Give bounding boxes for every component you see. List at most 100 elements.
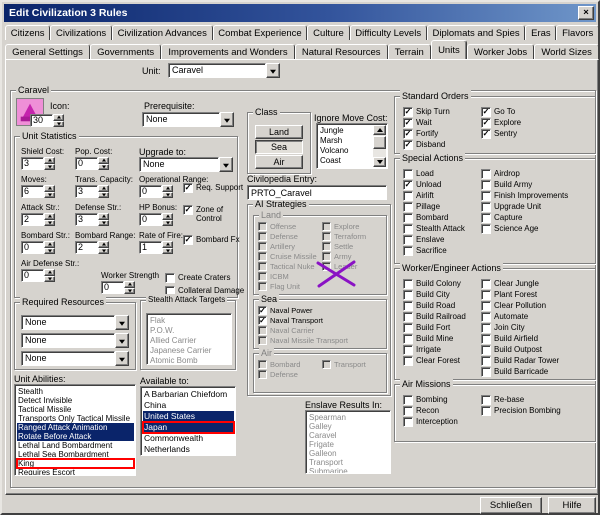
checkbox-box[interactable] [403,202,413,212]
chevron-down-icon[interactable] [115,351,129,366]
checkbox[interactable]: Build Army [481,180,568,190]
checkbox-box[interactable] [258,232,267,241]
checkbox-box[interactable] [403,417,413,427]
tab[interactable]: Citizens [5,25,50,40]
list-item[interactable]: Requires Escort [17,468,134,476]
tab[interactable]: Combat Experience [213,25,308,40]
list-item[interactable]: Ranged Attack Animation [17,423,134,432]
checkbox-box[interactable] [481,224,491,234]
checkbox-box[interactable] [481,202,491,212]
list-item[interactable]: United States [143,411,234,422]
checkbox[interactable]: Irrigate [403,345,466,355]
check box[interactable]: Pillage [403,202,465,212]
icon-spinner[interactable]: 30 [30,114,64,127]
list-item[interactable]: Japan [143,422,234,433]
checkbox-box[interactable] [403,191,413,201]
tab[interactable]: Natural Resources [295,44,388,59]
checkbox-box[interactable]: ✓ [258,306,267,315]
checkbox-box[interactable] [481,301,491,311]
checkbox-box[interactable]: ✓ [403,140,413,150]
checkbox[interactable]: Flag Unit [258,282,317,291]
list-item[interactable]: Caravel [308,431,389,440]
checkbox[interactable]: ✓ Wait [403,118,450,128]
checkbox[interactable]: ✓ Zone of Control [183,205,235,223]
checkbox[interactable]: ✓ Req. Support [183,183,243,193]
tab[interactable]: Civilizations [50,25,112,40]
checkbox-box[interactable] [403,312,413,322]
checkbox-box[interactable] [481,290,491,300]
class-button[interactable]: Sea [255,140,303,154]
list-item[interactable]: Japanese Carrier [149,346,230,356]
check box[interactable]: Airlift [403,191,465,201]
checkbox-box[interactable] [403,395,413,405]
list-item[interactable]: China [143,400,234,411]
list-item[interactable]: Galley [308,422,389,431]
list-item[interactable]: Stealth [17,387,134,396]
list-item[interactable]: A Barbarian Chiefdom [143,389,234,400]
checkbox[interactable]: Create Craters [165,273,230,283]
list-item[interactable]: Marsh [319,136,372,146]
checkbox[interactable]: Naval Carrier [258,326,348,335]
checkbox[interactable]: Artillery [258,242,317,251]
checkbox-box[interactable]: ✓ [183,183,193,193]
prerequisite-select[interactable]: None [142,112,234,127]
checkbox[interactable]: Build Fort [403,323,466,333]
ignore-move-cost-list[interactable]: JungleMarshVolcanoCoast [316,123,388,169]
checkbox[interactable]: Clear Forest [403,356,466,366]
spinner-buttons[interactable] [53,114,64,127]
checkbox[interactable]: Automate [481,312,559,322]
checkbox[interactable]: Cruise Missile [258,252,317,261]
resource-select[interactable]: None [21,351,129,366]
checkbox-box[interactable] [481,323,491,333]
checkbox[interactable]: ✓ Go To [481,107,521,117]
checkbox-box[interactable] [258,272,267,281]
check box[interactable]: Bombard [403,213,465,223]
tab[interactable]: Governments [90,44,161,59]
upgrade-to-select[interactable]: None [139,157,233,172]
class-button[interactable]: Land [255,125,303,139]
chevron-down-icon[interactable] [266,63,280,78]
unit-select[interactable]: Caravel [168,63,280,78]
checkbox[interactable]: Interception [403,417,458,427]
list-item[interactable]: Transports Only Tactical Missile [17,414,134,423]
checkbox-box[interactable] [403,345,413,355]
scroll-down-icon[interactable] [373,157,386,167]
list-item[interactable]: Flak [149,316,230,326]
check box[interactable]: ✓ Unload [403,180,465,190]
list-item[interactable]: Submarine [308,467,389,474]
checkbox-box[interactable]: ✓ [481,118,491,128]
list-item[interactable]: Spearman [308,413,389,422]
checkbox-box[interactable] [322,242,331,251]
checkbox-box[interactable]: ✓ [183,205,193,215]
checkbox-box[interactable] [258,370,267,379]
checkbox-box[interactable] [258,242,267,251]
tab[interactable]: Worker Jobs [467,44,534,59]
list-item[interactable]: King [17,459,134,468]
list-item[interactable]: Rotate Before Attack [17,432,134,441]
checkbox-box[interactable] [481,191,491,201]
checkbox-box[interactable] [258,252,267,261]
checkbox[interactable]: ✓ Fortify [403,129,450,139]
checkbox[interactable]: ✓ Naval Transport [258,316,348,325]
checkbox[interactable]: Build Railroad [403,312,466,322]
check box[interactable]: Sacrifice [403,246,465,256]
checkbox[interactable]: Airdrop [481,169,568,179]
checkbox-box[interactable]: ✓ [258,316,267,325]
checkbox-box[interactable] [403,301,413,311]
checkbox[interactable]: Defense [258,370,300,379]
checkbox-box[interactable] [403,235,413,245]
scroll-thumb[interactable] [373,136,386,149]
list-item[interactable]: Lethal Sea Bombardment [17,450,134,459]
checkbox[interactable]: Settle [322,242,366,251]
checkbox[interactable]: Plant Forest [481,290,559,300]
checkbox-box[interactable] [481,345,491,355]
tab[interactable]: World Sizes [534,44,599,59]
checkbox-box[interactable] [403,246,413,256]
checkbox[interactable]: Capture [481,213,568,223]
checkbox-box[interactable] [258,282,267,291]
checkbox-box[interactable] [403,290,413,300]
list-item[interactable]: Commonwealth [143,433,234,444]
checkbox-box[interactable] [403,169,413,179]
checkbox[interactable]: Build Radar Tower [481,356,559,366]
checkbox-box[interactable] [258,360,267,369]
